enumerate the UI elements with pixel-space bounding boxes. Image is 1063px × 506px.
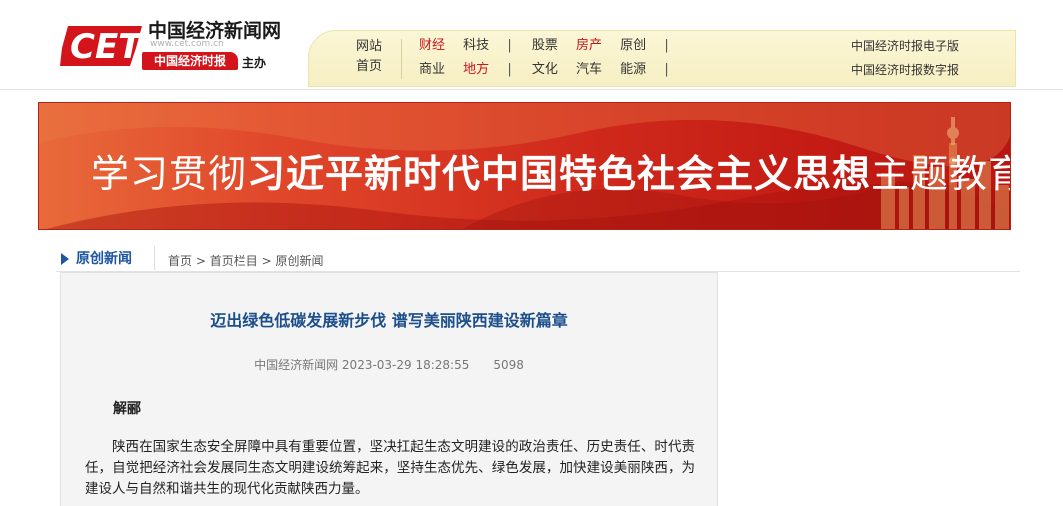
nav-divider [401, 39, 402, 79]
nav-row-1: 财经 科技 | 股票 房产 原创 | [419, 36, 685, 56]
nav-separator: | [664, 38, 669, 53]
nav-item-auto[interactable]: 汽车 [576, 60, 602, 80]
section-header: 原创新闻 首页 > 首页栏目 > 原创新闻 [56, 244, 1020, 272]
nav-item-stocks[interactable]: 股票 [532, 36, 558, 56]
site-url: www.cet.com.cn [150, 39, 224, 49]
article-datetime: 2023-03-29 18:28:55 [341, 358, 470, 372]
banner-text-part3: 主题教育 [871, 152, 1010, 196]
nav-separator: | [507, 38, 512, 53]
breadcrumb-separator: > [261, 254, 272, 268]
logo-mark-text: CET [70, 27, 144, 67]
nav-item-finance[interactable]: 财经 [419, 36, 445, 56]
breadcrumb-column[interactable]: 首页栏目 [210, 254, 258, 268]
breadcrumb-separator: > [195, 254, 206, 268]
banner-text-part2: 习近平新时代中国特色社会主义思想 [247, 152, 872, 196]
section-divider [154, 246, 155, 270]
theme-education-banner[interactable]: 学习贯彻习近平新时代中国特色社会主义思想主题教育 [38, 102, 1011, 230]
breadcrumb-home[interactable]: 首页 [168, 254, 192, 268]
nav-home-line2: 首页 [355, 59, 382, 74]
nav-separator: | [664, 62, 669, 77]
paper-name-badge: 中国经济时报 [142, 52, 238, 70]
nav-home-link[interactable]: 网站 首页 [347, 37, 391, 77]
host-label: 主办 [242, 56, 267, 70]
nav-separator: | [507, 62, 512, 77]
nav-row-2: 商业 地方 | 文化 汽车 能源 | [419, 60, 685, 80]
site-logo[interactable]: CET 中国经济新闻网 www.cet.com.cn 中国经济时报 主办 [58, 14, 288, 74]
main-nav: 网站 首页 财经 科技 | 股票 房产 原创 | 商业 地方 | 文化 汽车 能… [308, 30, 1016, 87]
article-views: 5098 [493, 358, 524, 372]
site-header: CET 中国经济新闻网 www.cet.com.cn 中国经济时报 主办 网站 … [0, 0, 1063, 90]
article-body: 陕西在国家生态安全屏障中具有重要位置，坚决扛起生态文明建设的政治责任、历史责任、… [85, 439, 695, 497]
section-title: 原创新闻 [76, 251, 132, 267]
article-title: 迈出绿色低碳发展新步伐 谱写美丽陕西建设新篇章 [210, 311, 568, 330]
nav-item-business[interactable]: 商业 [419, 60, 445, 80]
nav-item-local[interactable]: 地方 [463, 60, 489, 80]
epaper-link[interactable]: 中国经济时报电子版 [851, 36, 959, 56]
nav-item-original[interactable]: 原创 [620, 36, 646, 56]
article-source: 中国经济新闻网 [254, 358, 339, 372]
cet-logo-mark: CET [60, 26, 144, 67]
nav-item-culture[interactable]: 文化 [532, 60, 558, 80]
article-panel: 迈出绿色低碳发展新步伐 谱写美丽陕西建设新篇章 中国经济新闻网 2023-03-… [60, 272, 718, 506]
nav-item-energy[interactable]: 能源 [620, 60, 646, 80]
article-meta: 中国经济新闻网 2023-03-29 18:28:55 5098 [61, 356, 717, 373]
banner-text-part1: 学习贯彻 [91, 152, 248, 196]
nav-item-tech[interactable]: 科技 [463, 36, 489, 56]
article-author: 解郦 [113, 401, 141, 417]
digital-paper-link[interactable]: 中国经济时报数字报 [851, 60, 959, 80]
banner-headline: 学习贯彻习近平新时代中国特色社会主义思想主题教育 [91, 143, 1010, 198]
breadcrumb-current[interactable]: 原创新闻 [275, 254, 323, 268]
section-arrow-icon [61, 253, 69, 265]
breadcrumb: 首页 > 首页栏目 > 原创新闻 [168, 252, 323, 269]
nav-home-line1: 网站 [355, 39, 382, 54]
nav-item-realestate[interactable]: 房产 [576, 36, 602, 56]
